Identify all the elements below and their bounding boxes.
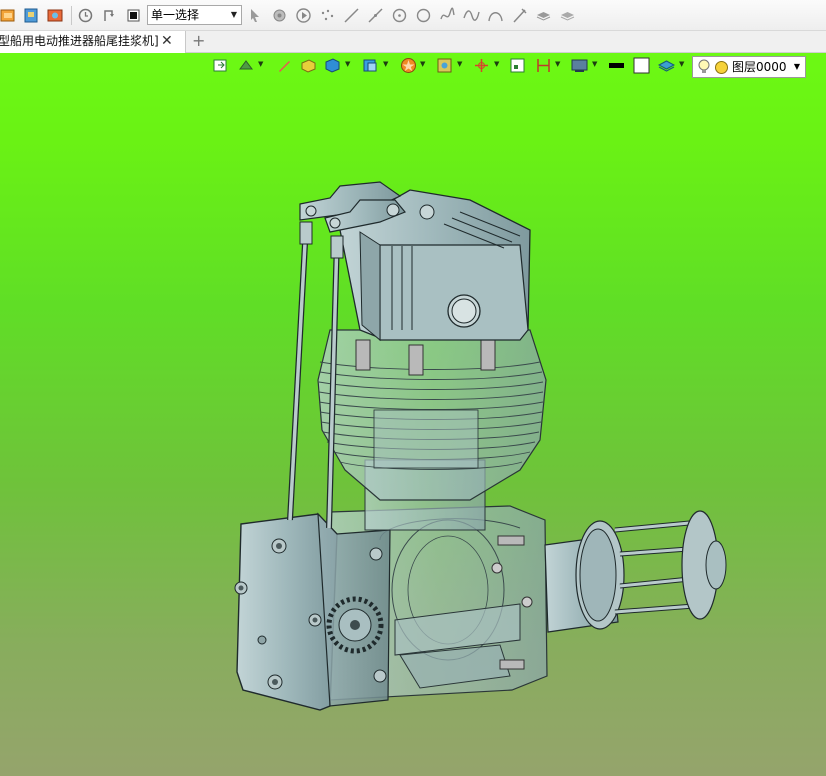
shaded-box-icon[interactable] [300, 57, 317, 74]
pin-icon[interactable] [511, 7, 528, 24]
dropdown-arrow-icon: ▼ [793, 62, 800, 71]
layer-stack-2-icon[interactable] [559, 7, 576, 24]
rollback-icon[interactable] [101, 7, 118, 24]
document-tab[interactable]: 型船用电动推进器船尾挂浆机] ✕ [0, 31, 186, 53]
dropdown-arrow-icon[interactable]: ▼ [494, 60, 499, 68]
history-icon[interactable] [77, 7, 94, 24]
display-icon[interactable] [571, 57, 588, 74]
document-tab-label: 型船用电动推进器船尾挂浆机] [0, 34, 159, 48]
dropdown-arrow-icon[interactable]: ▼ [345, 60, 350, 68]
pen-icon[interactable] [276, 57, 293, 74]
layer-select[interactable]: 图层0000 ▼ [692, 56, 806, 78]
render-mode-icon[interactable] [238, 57, 255, 74]
layer-stack-icon[interactable] [535, 7, 552, 24]
stop-icon[interactable] [125, 7, 142, 24]
color-black-icon[interactable] [608, 57, 625, 74]
layer-select-value: 图层0000 [732, 60, 787, 74]
push-rods[interactable] [287, 221, 344, 529]
wave-icon[interactable] [463, 7, 480, 24]
tangent-line-icon[interactable] [367, 7, 384, 24]
dropdown-arrow-icon[interactable]: ▼ [679, 60, 684, 68]
frame-icon[interactable] [535, 57, 552, 74]
dropdown-arrow-icon[interactable]: ▼ [258, 60, 263, 68]
scene-icon[interactable] [436, 57, 453, 74]
point-icon[interactable] [319, 7, 336, 24]
dropdown-arrow-icon[interactable]: ▼ [457, 60, 462, 68]
axis-icon[interactable] [473, 57, 490, 74]
dropdown-arrow-icon[interactable]: ▼ [555, 60, 560, 68]
engine-3d-model[interactable] [0, 53, 826, 776]
model-viewport[interactable]: ▼ ▼ ▼ ▼ ▼ ▼ ▼ ▼ ▼ 图层0000 ▼ [0, 53, 826, 776]
document-tab-bar: 型船用电动推进器船尾挂浆机] ✕ + [0, 31, 826, 53]
dropdown-arrow-icon[interactable]: ▼ [383, 60, 388, 68]
view-cube-icon[interactable] [362, 57, 379, 74]
play-icon[interactable] [295, 7, 312, 24]
measure-box-icon[interactable] [509, 57, 526, 74]
spline-icon[interactable] [439, 7, 456, 24]
fillet-icon[interactable] [271, 7, 288, 24]
dropdown-arrow-icon: ▼ [230, 10, 237, 19]
star-icon[interactable] [400, 57, 417, 74]
dropdown-arrow-icon[interactable]: ▼ [592, 60, 597, 68]
open-file-icon[interactable] [23, 7, 40, 24]
cube-icon[interactable] [324, 57, 341, 74]
selection-mode-value: 单一选择 [151, 8, 200, 22]
new-part-icon[interactable] [0, 7, 17, 24]
ring-icon[interactable] [415, 7, 432, 24]
selection-mode-select[interactable]: 单一选择 ▼ [147, 5, 242, 25]
pointer-icon[interactable] [247, 7, 264, 24]
drive-flange[interactable] [544, 510, 727, 633]
bulb-icon[interactable] [697, 59, 711, 75]
layer-icon[interactable] [658, 57, 675, 74]
line-icon[interactable] [343, 7, 360, 24]
sun-icon[interactable] [714, 60, 729, 75]
import-icon[interactable] [47, 7, 64, 24]
circle-icon[interactable] [391, 7, 408, 24]
main-toolbar: 单一选择 ▼ [0, 0, 826, 31]
toolbar-separator [71, 6, 72, 25]
arc-icon[interactable] [487, 7, 504, 24]
close-tab-icon[interactable]: ✕ [161, 31, 173, 52]
import-view-icon[interactable] [212, 57, 229, 74]
color-white-icon[interactable] [633, 57, 650, 74]
cylinder[interactable] [317, 329, 547, 531]
dropdown-arrow-icon[interactable]: ▼ [420, 60, 425, 68]
front-cover-plate[interactable] [234, 512, 391, 711]
add-tab-button[interactable]: + [192, 31, 205, 51]
